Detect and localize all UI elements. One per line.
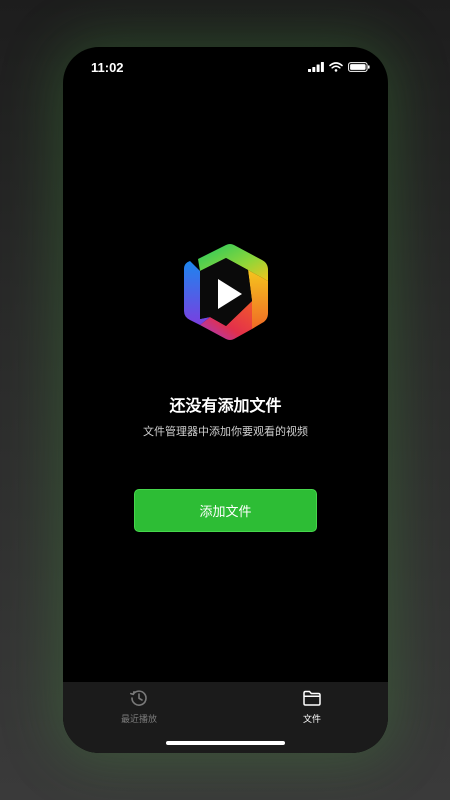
battery-icon bbox=[348, 62, 370, 72]
empty-state-title: 还没有添加文件 bbox=[169, 396, 282, 415]
status-time: 11:02 bbox=[91, 60, 124, 75]
tab-files[interactable]: 文件 bbox=[267, 688, 357, 725]
tab-files-label: 文件 bbox=[302, 715, 321, 725]
play-logo-icon bbox=[184, 244, 268, 340]
phone-screen: 11:02 还没有添加文件 文件管理器中添加你要观看的视频 添加文件 最近播放 … bbox=[63, 47, 388, 753]
tab-recent-label: 最近播放 bbox=[120, 715, 157, 725]
wifi-icon bbox=[329, 62, 343, 72]
history-icon bbox=[130, 690, 147, 706]
cellular-signal-icon bbox=[308, 62, 324, 72]
tab-recent[interactable]: 最近播放 bbox=[94, 688, 184, 725]
status-bar: 11:02 bbox=[63, 47, 388, 89]
folder-icon bbox=[303, 690, 321, 706]
status-icons bbox=[308, 62, 370, 72]
home-indicator bbox=[166, 741, 285, 745]
add-file-button[interactable]: 添加文件 bbox=[134, 489, 317, 532]
empty-state-subtitle: 文件管理器中添加你要观看的视频 bbox=[143, 425, 308, 438]
